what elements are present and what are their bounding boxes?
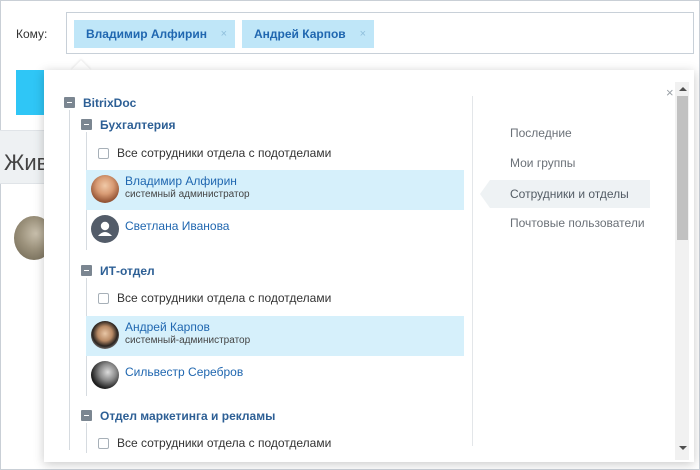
user-row[interactable]: Владимир Алфирин системный администратор	[86, 170, 464, 210]
department-title[interactable]: ИТ-отдел	[100, 264, 155, 278]
tree-connector-line	[69, 110, 70, 450]
user-row[interactable]: Андрей Карпов системный-администратор	[86, 316, 464, 356]
remove-recipient-icon[interactable]: ×	[360, 20, 366, 48]
remove-recipient-icon[interactable]: ×	[221, 20, 227, 48]
user-avatar	[91, 361, 119, 389]
recipient-chip[interactable]: Андрей Карпов ×	[242, 20, 374, 48]
department-title[interactable]: Бухгалтерия	[100, 118, 176, 132]
all-employees-checkbox[interactable]	[98, 438, 109, 449]
collapse-toggle-icon[interactable]	[81, 410, 92, 421]
scroll-up-icon[interactable]	[677, 84, 688, 94]
menu-item-employees-departments[interactable]: Сотрудники и отделы	[480, 180, 650, 208]
menu-item-my-groups[interactable]: Мои группы	[490, 149, 650, 177]
background-strip-text: Жив	[4, 150, 49, 175]
user-name: Владимир Алфирин	[125, 174, 237, 188]
menu-item-mail-users[interactable]: Почтовые пользователи	[490, 209, 650, 237]
all-employees-label: Все сотрудники отдела с подотделами	[117, 291, 332, 305]
collapse-toggle-icon[interactable]	[64, 97, 75, 108]
user-avatar	[91, 321, 119, 349]
user-name: Андрей Карпов	[125, 320, 210, 334]
user-position: системный администратор	[125, 189, 250, 200]
user-name: Сильвестр Серебров	[125, 365, 244, 379]
collapse-toggle-icon[interactable]	[81, 265, 92, 276]
user-name: Светлана Иванова	[125, 219, 230, 233]
menu-item-recent[interactable]: Последние	[490, 119, 650, 147]
popup-divider	[472, 96, 473, 446]
user-row[interactable]: Светлана Иванова	[86, 210, 464, 250]
tree-connector-line	[86, 423, 87, 453]
all-employees-checkbox[interactable]	[98, 293, 109, 304]
user-placeholder-icon	[91, 215, 119, 243]
to-label: Кому:	[16, 27, 48, 41]
user-avatar	[91, 175, 119, 203]
scrollbar-thumb[interactable]	[677, 96, 688, 240]
scroll-down-icon[interactable]	[677, 443, 688, 453]
user-position: системный-администратор	[125, 335, 251, 346]
recipient-chip-label: Андрей Карпов	[254, 27, 346, 41]
all-employees-label: Все сотрудники отдела с подотделами	[117, 436, 332, 450]
collapse-toggle-icon[interactable]	[81, 119, 92, 130]
tree-root-title[interactable]: BitrixDoc	[83, 96, 136, 110]
department-title[interactable]: Отдел маркетинга и рекламы	[100, 409, 275, 423]
recipient-chip-label: Владимир Алфирин	[86, 27, 207, 41]
all-employees-label: Все сотрудники отдела с подотделами	[117, 146, 332, 160]
close-icon[interactable]: ×	[666, 86, 674, 99]
all-employees-checkbox[interactable]	[98, 148, 109, 159]
recipient-chip[interactable]: Владимир Алфирин ×	[74, 20, 235, 48]
recipients-field[interactable]: Владимир Алфирин × Андрей Карпов ×	[66, 12, 694, 54]
user-row[interactable]: Сильвестр Серебров	[86, 356, 464, 396]
